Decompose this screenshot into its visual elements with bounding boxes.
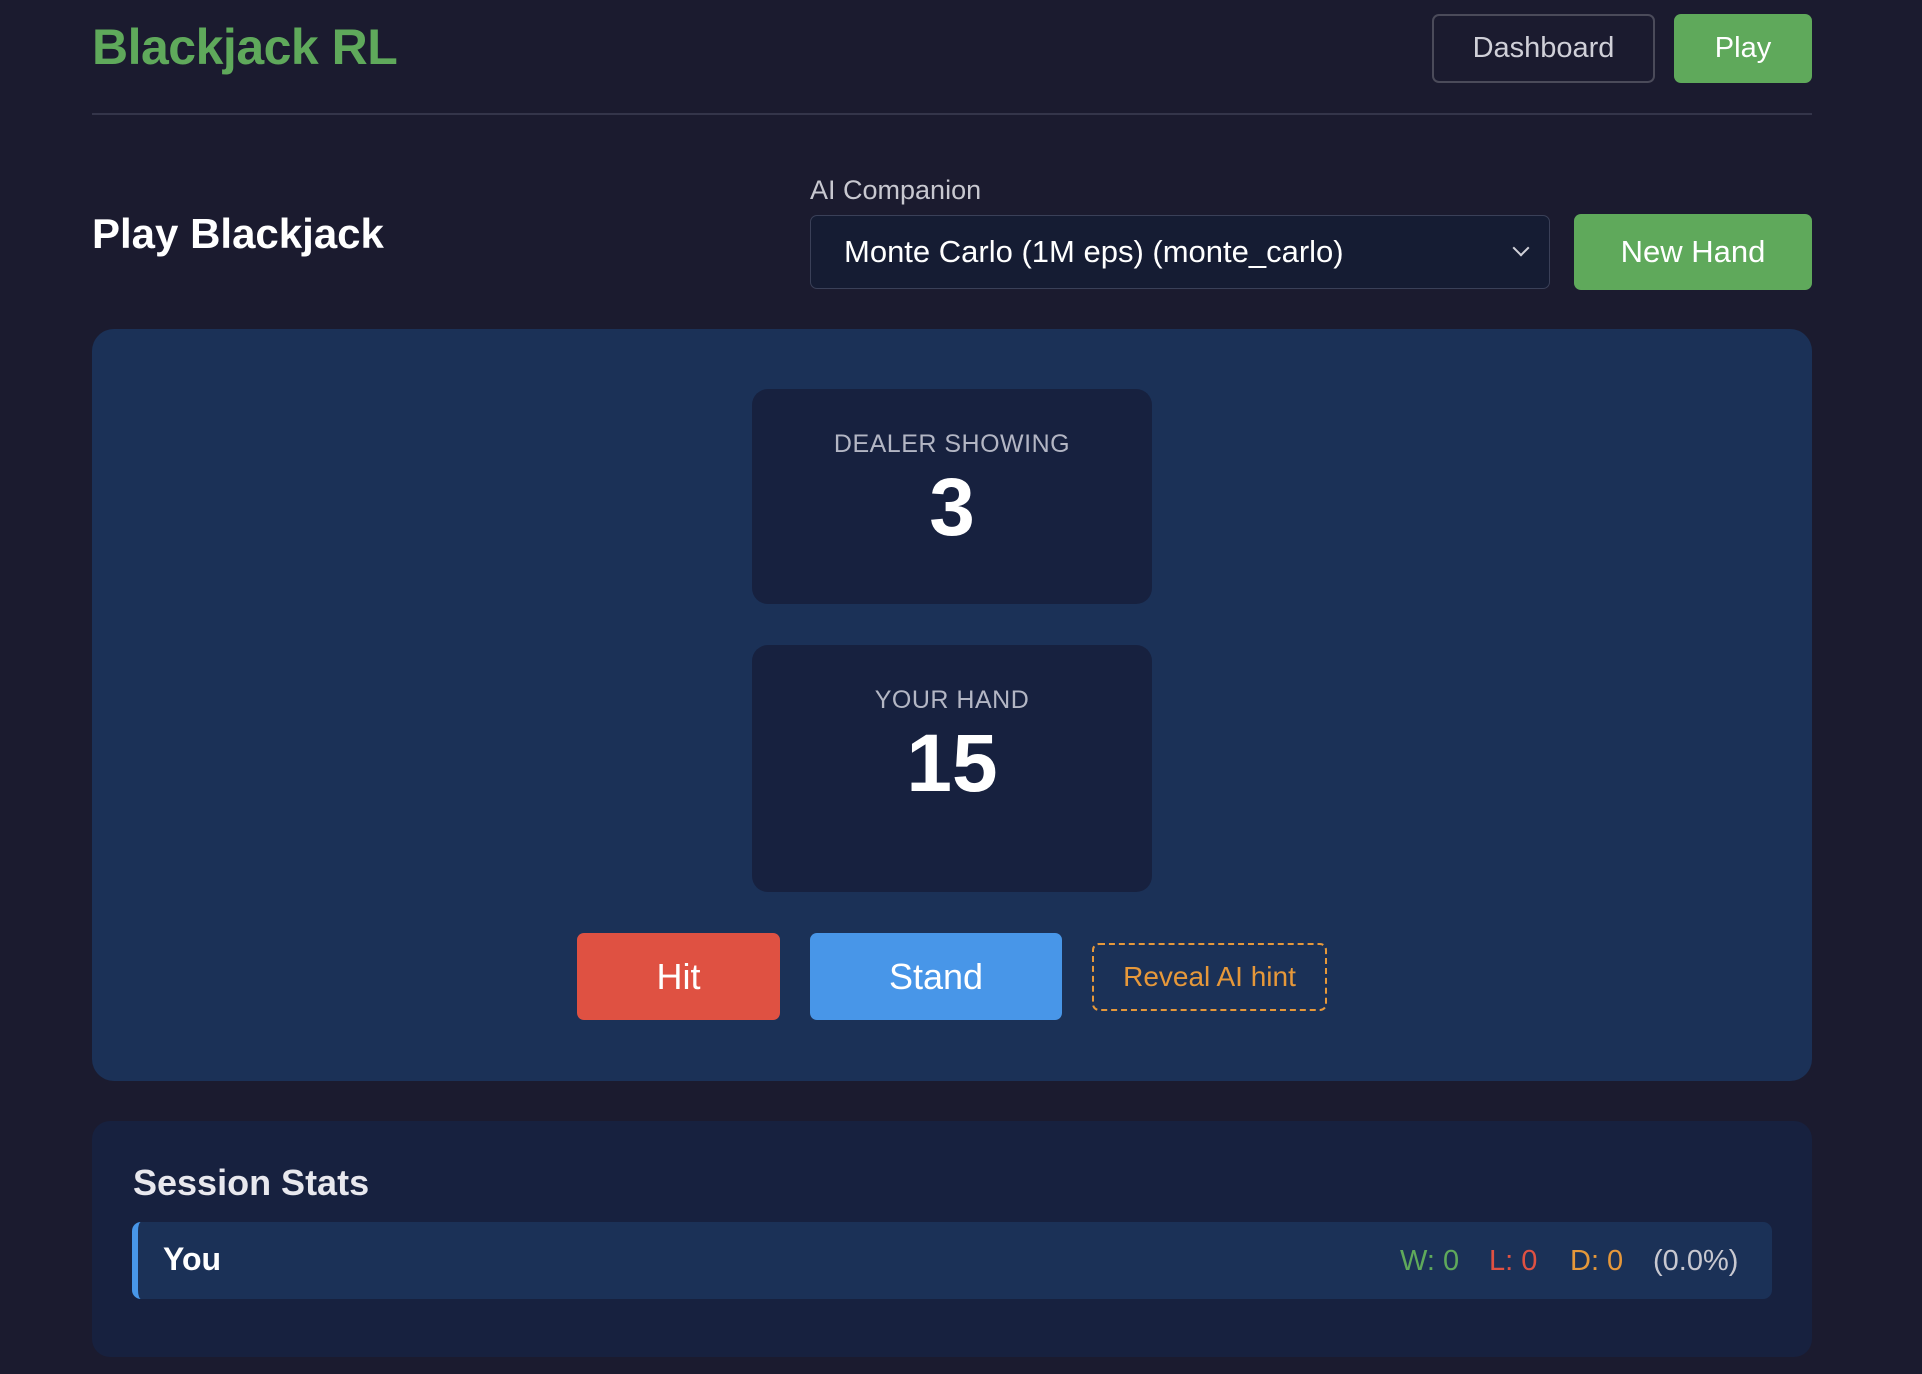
player-value: 15 [906,718,998,809]
companion-label: AI Companion [810,175,982,205]
hit-button[interactable]: Hit [577,933,780,1020]
stats-row-name: You [163,1241,222,1277]
nav-play-button[interactable]: Play [1674,14,1812,83]
session-stats-title: Session Stats [133,1162,370,1203]
player-label: YOUR HAND [874,686,1030,714]
chevron-down-icon [1512,239,1530,257]
dealer-label: DEALER SHOWING [833,430,1071,458]
dealer-card-panel: DEALER SHOWING 3 [752,389,1152,604]
page-title: Play Blackjack [92,210,384,257]
nav-dashboard-button[interactable]: Dashboard [1432,14,1655,83]
reveal-hint-button[interactable]: Reveal AI hint [1092,943,1327,1011]
companion-select[interactable]: Monte Carlo (1M eps) (monte_carlo) [810,215,1550,289]
page: Blackjack RL Dashboard Play Play Blackja… [0,0,1922,1374]
brand-title: Blackjack RL [92,19,398,75]
dealer-value: 3 [929,462,975,553]
header-divider [92,113,1812,115]
stat-losses: L: 0 [1489,1245,1538,1277]
stat-wins: W: 0 [1400,1245,1460,1277]
stat-draws: D: 0 [1570,1245,1624,1277]
companion-selected-value: Monte Carlo (1M eps) (monte_carlo) [844,234,1344,269]
stand-button[interactable]: Stand [810,933,1062,1020]
player-hand-panel: YOUR HAND 15 [752,645,1152,892]
stat-win-percentage: (0.0%) [1653,1245,1739,1277]
new-hand-button[interactable]: New Hand [1574,214,1812,290]
